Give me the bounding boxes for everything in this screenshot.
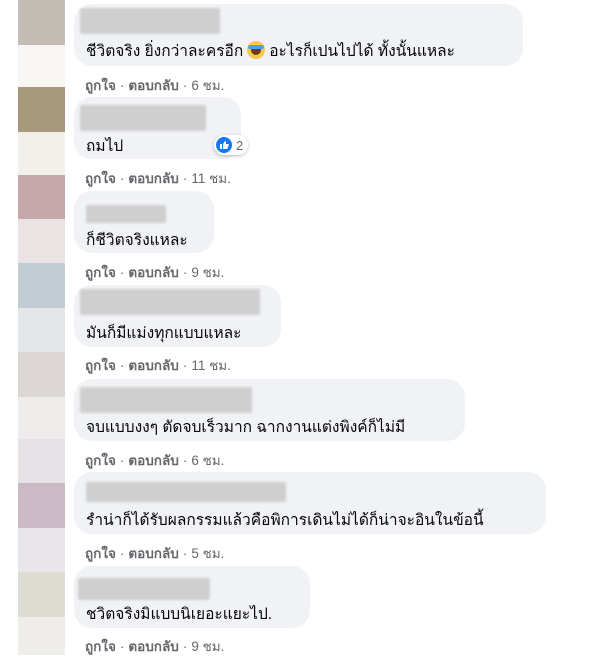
avatar[interactable] [18,572,65,617]
comment-timestamp[interactable]: 9 ชม. [191,261,224,283]
reaction-badge[interactable]: 2 [214,135,249,155]
separator-dot: · [119,453,125,468]
separator-dot: · [182,546,188,561]
commenter-name[interactable] [80,289,260,315]
avatar[interactable] [18,45,65,87]
reply-link[interactable]: ตอบกลับ [128,167,178,189]
separator-dot: · [182,358,188,373]
comment-item: ถมไป 2 ถูกใจ · ตอบกลับ · 11 ชม. [74,97,249,186]
separator-dot: · [182,78,188,93]
comment-bubble: มันก็มีแม่งทุกแบบแหละ [74,285,281,347]
comment-bubble: ก็ชีวิตจริงแหละ [74,191,214,253]
commenter-name[interactable] [80,8,220,34]
comment-bubble: ชวิตจริงมิแบบนิเยอะแยะไป. [74,566,310,628]
comment-actions: ถูกใจ · ตอบกลับ · 9 ชม. [85,635,224,657]
avatar[interactable] [18,219,65,263]
like-reaction-icon [216,137,232,153]
avatar[interactable] [18,528,65,572]
reply-link[interactable]: ตอบกลับ [128,354,178,376]
avatar[interactable] [18,483,65,528]
like-link[interactable]: ถูกใจ [85,449,116,471]
comment-actions: ถูกใจ · ตอบกลับ · 5 ชม. [85,542,224,564]
separator-dot: · [119,265,125,280]
reply-link[interactable]: ตอบกลับ [128,449,178,471]
reaction-count: 2 [236,137,244,153]
separator-dot: · [182,265,188,280]
separator-dot: · [119,171,125,186]
avatar[interactable] [18,439,65,483]
avatar[interactable] [18,132,65,175]
laughing-with-tears-emoji-icon [247,41,266,59]
comment-actions: ถูกใจ · ตอบกลับ · 11 ชม. [85,354,231,376]
comment-item: ชีวิตจริง ยิ่งกว่าละครอีก อะไรก็เปนไปได้ … [74,4,523,93]
separator-dot: · [182,171,188,186]
separator-dot: · [119,639,125,654]
reply-link[interactable]: ตอบกลับ [128,74,178,96]
reply-link[interactable]: ตอบกลับ [128,635,178,657]
separator-dot: · [119,358,125,373]
avatar[interactable] [18,397,65,439]
avatar[interactable] [18,0,65,45]
comment-bubble: ชีวิตจริง ยิ่งกว่าละครอีก อะไรก็เปนไปได้ … [74,4,523,66]
comment-bubble: จบแบบงงๆ ตัดจบเร็วมาก ฉากงานแต่งพิงค์ก็ไ… [74,379,465,441]
avatar-column [18,0,65,655]
comment-timestamp[interactable]: 11 ชม. [191,354,231,376]
reply-link[interactable]: ตอบกลับ [128,542,178,564]
comment-item: มันก็มีแม่งทุกแบบแหละ ถูกใจ · ตอบกลับ · 11 ช… [74,285,281,373]
comment-bubble: รำน่าก็ได้รับผลกรรมแล้วคือพิการเดินไม่ได… [74,472,546,534]
comment-actions: ถูกใจ · ตอบกลับ · 6 ชม. [85,449,224,471]
commenter-name[interactable] [80,387,252,413]
comment-text: ก็ชีวิตจริงแหละ [86,232,188,249]
comment-actions: ถูกใจ · ตอบกลับ · 9 ชม. [85,261,224,283]
comment-actions: ถูกใจ · ตอบกลับ · 6 ชม. [85,74,224,96]
separator-dot: · [182,639,188,654]
like-link[interactable]: ถูกใจ [85,74,116,96]
comment-item: รำน่าก็ได้รับผลกรรมแล้วคือพิการเดินไม่ได… [74,472,546,561]
comment-actions: ถูกใจ · ตอบกลับ · 11 ชม. [85,167,231,189]
comment-timestamp[interactable]: 9 ชม. [191,635,224,657]
like-link[interactable]: ถูกใจ [85,635,116,657]
comment-text: ชีวิตจริง ยิ่งกว่าละครอีก อะไรก็เปนไปได้ … [86,41,455,60]
like-link[interactable]: ถูกใจ [85,354,116,376]
comment-text: ถมไป [86,138,124,155]
comment-text: มันก็มีแม่งทุกแบบแหละ [86,325,242,342]
like-link[interactable]: ถูกใจ [85,167,116,189]
commenter-name[interactable] [86,482,286,502]
avatar[interactable] [18,352,65,397]
separator-dot: · [119,546,125,561]
like-link[interactable]: ถูกใจ [85,261,116,283]
comment-text: จบแบบงงๆ ตัดจบเร็วมาก ฉากงานแต่งพิงค์ก็ไ… [86,419,406,436]
avatar[interactable] [18,308,65,352]
commenter-name[interactable] [78,578,210,600]
comment-text: ชวิตจริงมิแบบนิเยอะแยะไป. [86,606,273,623]
comment-item: จบแบบงงๆ ตัดจบเร็วมาก ฉากงานแต่งพิงค์ก็ไ… [74,379,465,468]
avatar[interactable] [18,175,65,219]
comment-timestamp[interactable]: 6 ชม. [191,449,224,471]
avatar[interactable] [18,617,65,655]
reply-link[interactable]: ตอบกลับ [128,261,178,283]
like-link[interactable]: ถูกใจ [85,542,116,564]
separator-dot: · [182,453,188,468]
comment-item: ก็ชีวิตจริงแหละ ถูกใจ · ตอบกลับ · 9 ชม. [74,191,224,280]
avatar[interactable] [18,87,65,132]
comment-timestamp[interactable]: 11 ชม. [191,167,231,189]
comment-item: ชวิตจริงมิแบบนิเยอะแยะไป. ถูกใจ · ตอบกลับ ·… [74,566,310,654]
comment-timestamp[interactable]: 6 ชม. [191,74,224,96]
comment-timestamp[interactable]: 5 ชม. [191,542,224,564]
avatar[interactable] [18,263,65,308]
separator-dot: · [119,78,125,93]
comment-text: รำน่าก็ได้รับผลกรรมแล้วคือพิการเดินไม่ได… [86,512,484,529]
commenter-name[interactable] [86,205,166,223]
commenter-name[interactable] [80,105,206,131]
